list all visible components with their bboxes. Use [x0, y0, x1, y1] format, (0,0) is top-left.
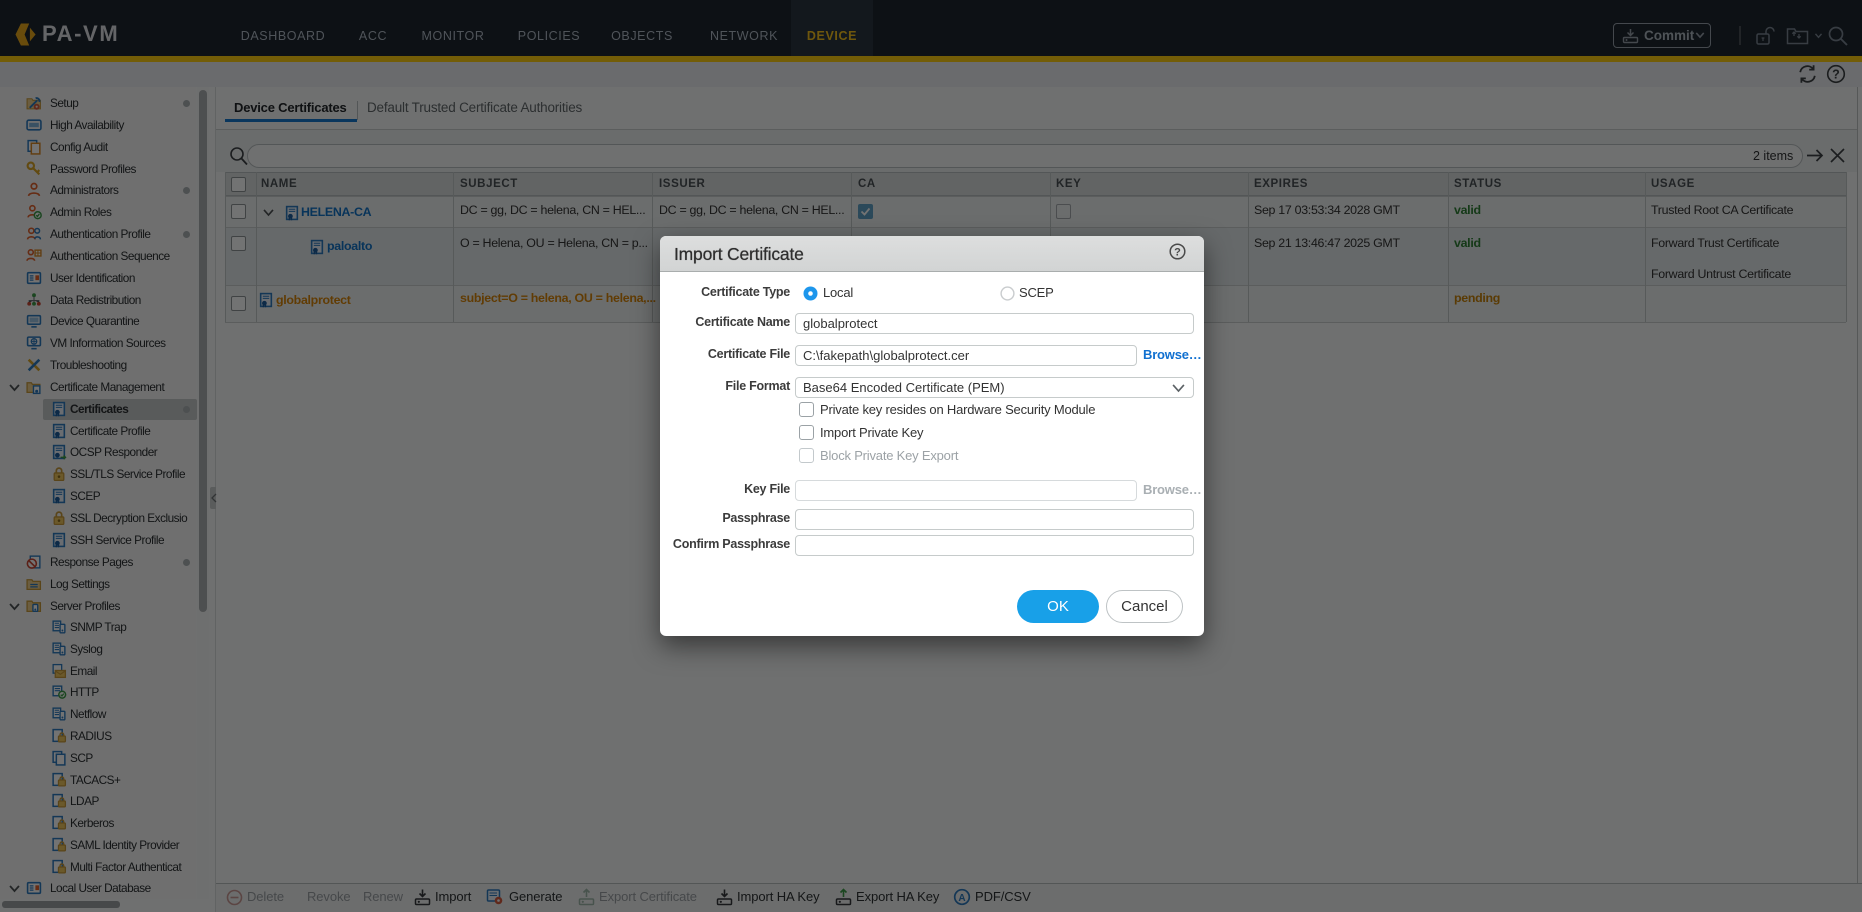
- svg-text:?: ?: [1174, 247, 1181, 259]
